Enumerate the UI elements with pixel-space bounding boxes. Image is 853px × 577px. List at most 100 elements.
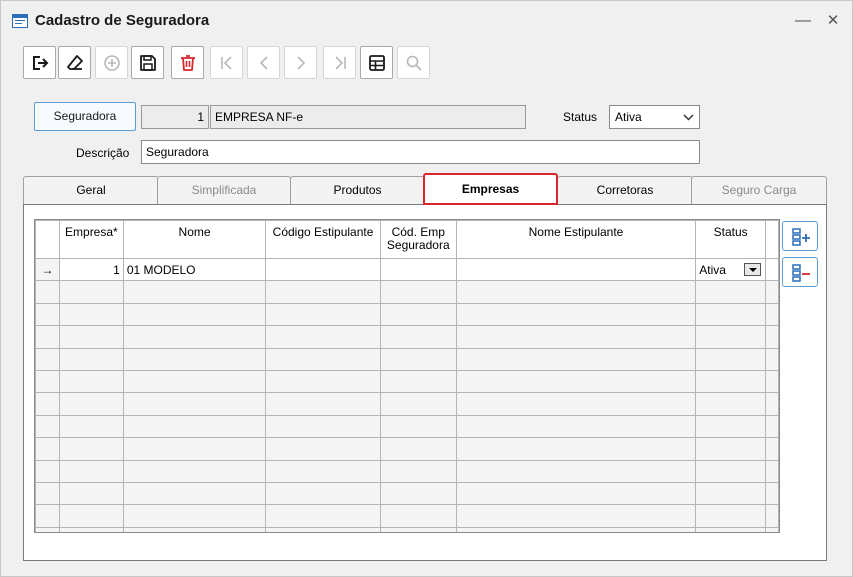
empty-cell — [455, 325, 697, 349]
tab-simplificada[interactable]: Simplificada — [157, 176, 291, 204]
clear-button[interactable] — [58, 46, 91, 79]
cell-status-value: Ativa — [699, 262, 726, 277]
eraser-icon — [67, 55, 83, 70]
cell-empresa[interactable]: 1 — [58, 257, 124, 282]
seguradora-button[interactable]: Seguradora — [34, 102, 136, 131]
empty-cell — [58, 504, 124, 528]
empty-cell — [695, 504, 766, 528]
empty-cell — [58, 481, 124, 506]
empty-cell — [695, 437, 766, 461]
exit-icon — [33, 56, 49, 70]
empty-row — [35, 369, 779, 394]
new-record-button[interactable] — [95, 46, 128, 79]
table-row[interactable]: → 1 01 MODELO Ativa — [35, 257, 779, 282]
last-record-button[interactable] — [323, 46, 356, 79]
empty-cell — [455, 526, 697, 532]
column-header-status[interactable]: Status — [695, 220, 766, 259]
empty-cell — [765, 302, 779, 327]
delete-button[interactable] — [171, 46, 204, 79]
empty-cell — [455, 504, 697, 528]
tab-seguro-carga[interactable]: Seguro Carga — [691, 176, 827, 204]
add-row-button[interactable] — [782, 221, 818, 251]
codigo-field[interactable]: 1 — [141, 105, 209, 129]
title-bar: Cadastro de Seguradora — ✕ — [1, 1, 852, 41]
empty-cell — [58, 347, 124, 371]
minimize-button[interactable]: — — [793, 11, 813, 31]
empty-cell — [455, 437, 697, 461]
empty-cell — [265, 325, 381, 349]
empty-cell — [379, 504, 457, 528]
column-header-codigo-estipulante[interactable]: Código Estipulante — [265, 220, 381, 259]
empty-cell — [765, 369, 779, 394]
previous-record-button[interactable] — [247, 46, 280, 79]
empresas-grid[interactable]: Empresa* Nome Código Estipulante Cód. Em… — [34, 219, 780, 533]
first-record-icon — [221, 56, 232, 70]
empty-cell — [379, 280, 457, 304]
empty-cell — [455, 347, 697, 371]
status-label: Status — [563, 110, 598, 124]
previous-record-icon — [259, 56, 268, 70]
remove-row-icon — [792, 264, 810, 282]
empty-cell — [122, 302, 267, 327]
empty-cell — [265, 414, 381, 439]
empty-cell — [379, 459, 457, 483]
empty-cell — [35, 481, 60, 506]
empty-cell — [35, 504, 60, 528]
form-app-icon — [12, 14, 28, 28]
column-header-nome[interactable]: Nome — [122, 220, 267, 259]
empty-cell — [265, 280, 381, 304]
cell-cod-emp-seguradora[interactable] — [379, 257, 457, 282]
empty-cell — [695, 392, 766, 416]
status-select[interactable]: Ativa — [609, 105, 700, 129]
empty-cell — [35, 280, 60, 304]
cell-codigo-estipulante[interactable] — [265, 257, 381, 282]
empty-cell — [695, 302, 766, 327]
empty-cell — [765, 280, 779, 304]
empty-cell — [265, 437, 381, 461]
tab-empresas[interactable]: Empresas — [423, 173, 558, 205]
empty-cell — [58, 392, 124, 416]
empty-cell — [265, 302, 381, 327]
empty-cell — [122, 347, 267, 371]
empty-cell — [765, 347, 779, 371]
close-button[interactable]: ✕ — [823, 11, 843, 31]
next-record-button[interactable] — [284, 46, 317, 79]
empty-cell — [122, 504, 267, 528]
column-header-empresa[interactable]: Empresa* — [58, 220, 124, 259]
descricao-field[interactable]: Seguradora — [141, 140, 700, 164]
grid-view-button[interactable] — [360, 46, 393, 79]
empty-cell — [265, 526, 381, 532]
tab-produtos[interactable]: Produtos — [290, 176, 425, 204]
empty-cell — [455, 369, 697, 394]
status-dropdown-arrow-icon[interactable] — [744, 263, 761, 276]
empty-cell — [122, 459, 267, 483]
exit-button[interactable] — [23, 46, 56, 79]
empty-cell — [58, 302, 124, 327]
column-header-cod-emp-seguradora[interactable]: Cód. Emp Seguradora — [379, 220, 457, 259]
empty-row — [35, 481, 779, 506]
empty-cell — [765, 526, 779, 532]
first-record-button[interactable] — [210, 46, 243, 79]
empty-row — [35, 459, 779, 483]
cell-nome-estipulante[interactable] — [455, 257, 697, 282]
empty-row — [35, 280, 779, 304]
nome-field[interactable]: EMPRESA NF-e — [210, 105, 526, 129]
empty-cell — [695, 414, 766, 439]
cell-nome[interactable]: 01 MODELO — [122, 257, 267, 282]
window: Cadastro de Seguradora — ✕ Seguradora 1 … — [0, 0, 853, 577]
remove-row-button[interactable] — [782, 257, 818, 287]
tab-corretoras[interactable]: Corretoras — [557, 176, 693, 204]
empty-cell — [58, 280, 124, 304]
empty-cell — [379, 347, 457, 371]
tab-geral[interactable]: Geral — [23, 176, 159, 204]
cell-status[interactable]: Ativa — [695, 257, 766, 282]
empty-cell — [455, 481, 697, 506]
empty-cell — [765, 459, 779, 483]
save-button[interactable] — [131, 46, 164, 79]
search-button[interactable] — [397, 46, 430, 79]
column-header-nome-estipulante[interactable]: Nome Estipulante — [455, 220, 697, 259]
empty-cell — [695, 347, 766, 371]
empty-cell — [695, 369, 766, 394]
empresas-table: Empresa* Nome Código Estipulante Cód. Em… — [35, 220, 779, 532]
empty-row — [35, 302, 779, 327]
